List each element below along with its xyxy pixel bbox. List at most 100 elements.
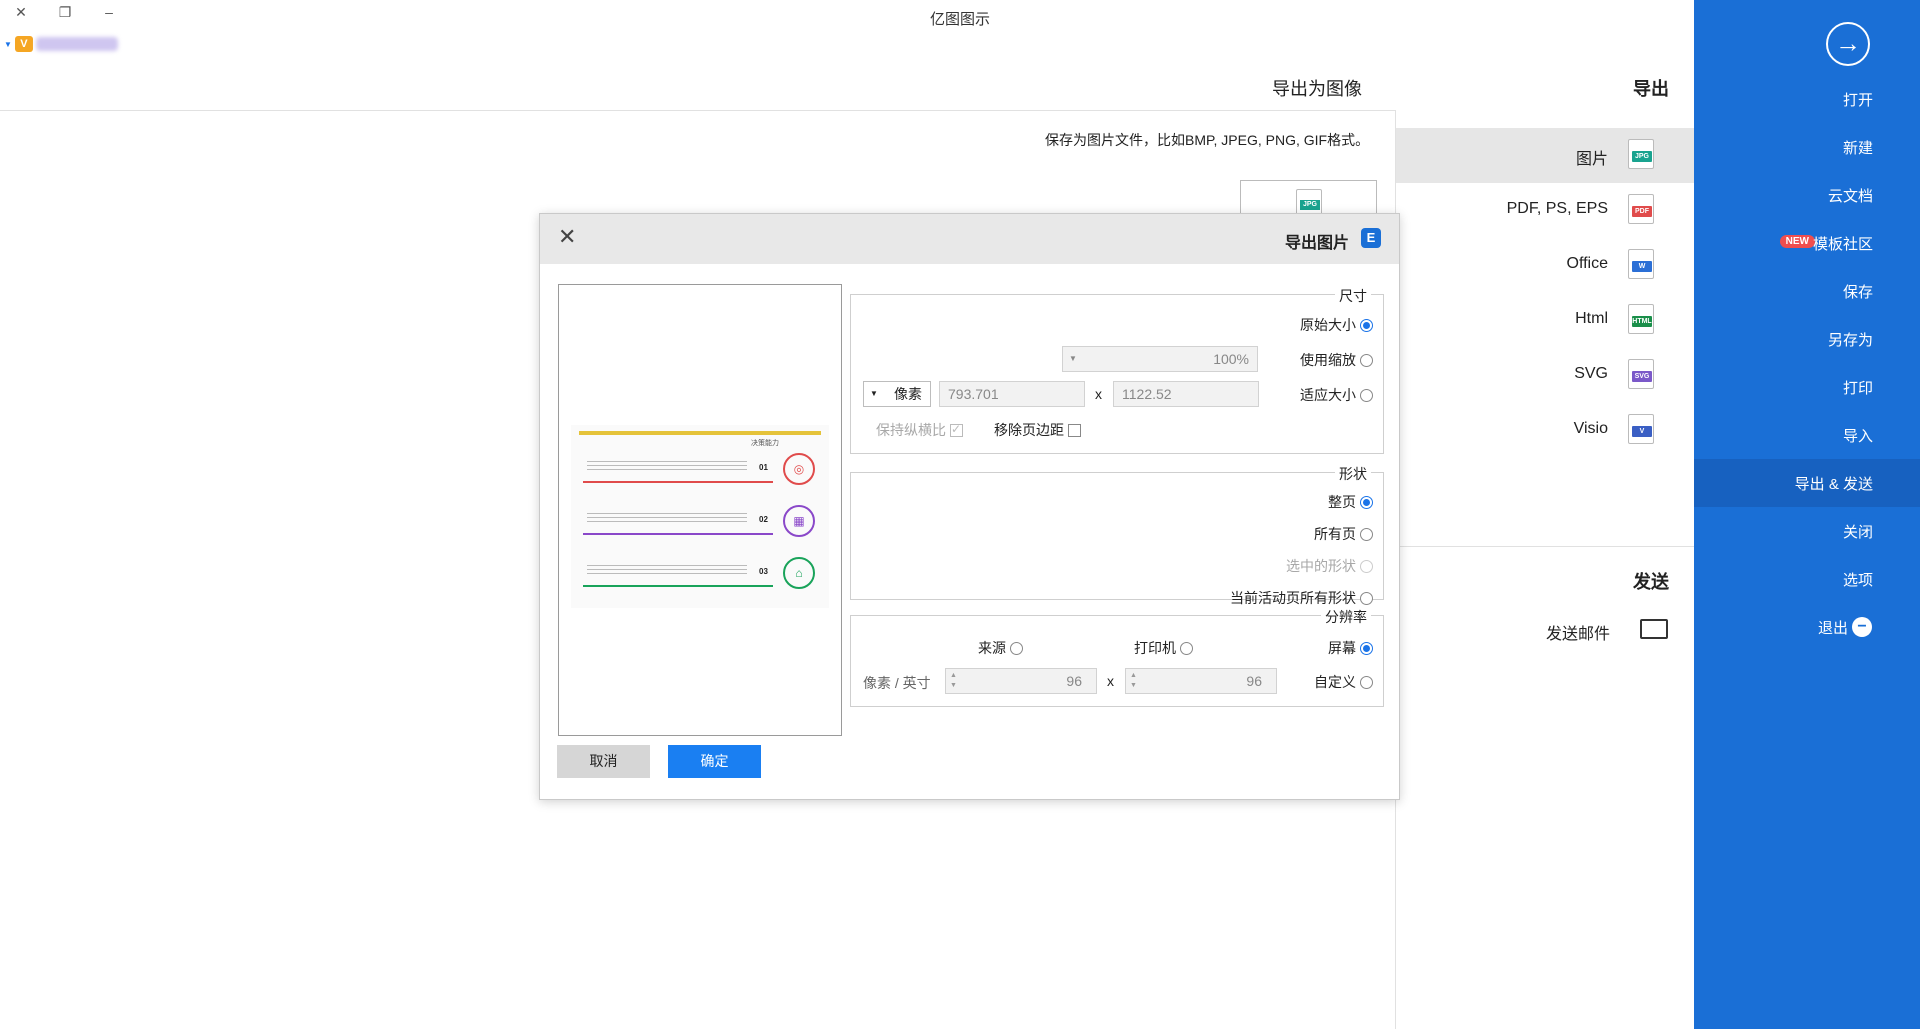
use-zoom-option[interactable]: 使用缩放 (1300, 350, 1373, 370)
preview-row: ▦ 02 (583, 503, 821, 539)
chevron-down-icon: ▼ (870, 389, 878, 398)
new-badge: NEW (1779, 235, 1815, 248)
chevron-down-icon[interactable]: ▼ (4, 40, 12, 49)
keep-ratio-option[interactable]: 保持纵横比 (876, 420, 963, 440)
printer-option[interactable]: 打印机 (1134, 638, 1193, 658)
preview-row-number: 02 (759, 515, 768, 524)
sidebar-item-print[interactable]: 打印 (1694, 363, 1920, 411)
stepper-icon[interactable]: ▲ ▼ (1130, 671, 1137, 691)
zoom-field[interactable]: ▼ 100% (1062, 346, 1258, 372)
sidebar-item-label: 新建 (1842, 140, 1873, 157)
whole-page-radio[interactable] (1360, 495, 1373, 509)
export-item-label: Html (1575, 310, 1608, 327)
image-preview: 决策能力 ◎ 01 ▦ 02 ⌂ 03 (558, 284, 842, 736)
dpi-x-field[interactable]: ▲ ▼ 96 (1125, 668, 1277, 694)
sidebar-item-options[interactable]: 选项 (1694, 555, 1920, 603)
export-item-image[interactable]: JPG 图片 (1396, 128, 1694, 183)
dialog-title: 导出图片 (1284, 235, 1349, 252)
sidebar-item-import[interactable]: 导入 (1694, 411, 1920, 459)
export-item-label: PDF, PS, EPS (1506, 200, 1608, 217)
export-item-svg[interactable]: SVG SVG (1396, 348, 1694, 403)
all-pages-option[interactable]: 所有页 (1314, 524, 1373, 544)
size-legend: 尺寸 (1335, 286, 1371, 306)
store-icon: ⌂ (783, 557, 815, 589)
unit-select[interactable]: ▼ 像素 (863, 381, 931, 407)
app-title: 亿图图示 (929, 11, 990, 28)
screen-radio[interactable] (1360, 641, 1373, 655)
back-arrow-icon[interactable]: → (1826, 22, 1870, 66)
export-image-description: 保存为图片文件，比如BMP, JPEG, PNG, GIF格式。 (1045, 132, 1370, 148)
preview-title: 决策能力 (751, 440, 779, 447)
building-icon: ▦ (783, 505, 815, 537)
preview-row-line (583, 585, 773, 587)
screen-option[interactable]: 屏幕 (1328, 638, 1373, 658)
visio-file-icon: V (1628, 414, 1654, 444)
width-field[interactable]: 1122.52 (1113, 381, 1259, 407)
word-file-icon: W (1628, 249, 1654, 279)
selected-shapes-option[interactable]: 选中的形状 (1286, 556, 1373, 576)
sidebar-item-new[interactable]: 新建 (1694, 123, 1920, 171)
ok-button[interactable]: 确定 (668, 745, 761, 778)
sidebar-item-exit[interactable]: − 退出 (1694, 603, 1920, 651)
export-item-visio[interactable]: V Visio (1396, 403, 1694, 458)
dialog-header: E 导出图片 ✕ (540, 214, 1399, 264)
current-page-shapes-radio[interactable] (1360, 591, 1373, 605)
sidebar-item-close[interactable]: 关闭 (1694, 507, 1920, 555)
target-icon: ◎ (783, 453, 815, 485)
printer-radio[interactable] (1180, 641, 1193, 655)
whole-page-option[interactable]: 整页 (1328, 492, 1373, 512)
source-option[interactable]: 来源 (978, 638, 1023, 658)
selected-shapes-label: 选中的形状 (1286, 558, 1356, 574)
preview-row: ◎ 01 (583, 451, 821, 487)
source-radio[interactable] (1010, 641, 1023, 655)
sidebar-item-cloud-docs[interactable]: 云文档 (1694, 171, 1920, 219)
all-pages-radio[interactable] (1360, 527, 1373, 541)
source-label: 来源 (978, 640, 1006, 656)
close-icon[interactable]: ✕ (558, 224, 576, 250)
selected-shapes-radio[interactable] (1360, 559, 1373, 573)
sidebar-item-save[interactable]: 保存 (1694, 267, 1920, 315)
account-name (35, 37, 118, 51)
sidebar-item-template-community[interactable]: NEW 模板社区 (1694, 219, 1920, 267)
original-size-radio[interactable] (1360, 318, 1373, 332)
fit-size-option[interactable]: 适应大小 (1300, 385, 1373, 405)
dpi-y-field[interactable]: ▲ ▼ 96 (945, 668, 1097, 694)
preview-row: ⌂ 03 (583, 555, 821, 591)
send-email-label: 发送邮件 (1546, 626, 1611, 643)
cancel-button[interactable]: 取消 (557, 745, 650, 778)
remove-margin-checkbox[interactable] (1068, 423, 1081, 437)
custom-radio[interactable] (1360, 675, 1373, 689)
remove-margin-option[interactable]: 移除页边距 (994, 420, 1081, 440)
preview-row-number: 03 (759, 567, 768, 576)
stepper-icon[interactable]: ▲ ▼ (950, 671, 957, 691)
export-item-pdf[interactable]: PDF PDF, PS, EPS (1396, 183, 1694, 238)
export-item-html[interactable]: HTML Html (1396, 293, 1694, 348)
fit-size-radio[interactable] (1360, 388, 1373, 402)
width-value: 1122.52 (1122, 386, 1172, 402)
original-size-option[interactable]: 原始大小 (1300, 315, 1373, 335)
keep-ratio-checkbox[interactable] (950, 422, 963, 437)
account-area[interactable]: ▼ V (4, 36, 118, 52)
sidebar-item-label: 导入 (1842, 428, 1873, 445)
custom-option[interactable]: 自定义 (1314, 672, 1373, 692)
current-page-shapes-label: 当前活动页所有形状 (1230, 590, 1356, 606)
preview-row-text (587, 565, 747, 577)
send-divider (1396, 546, 1694, 547)
export-item-label: Visio (1573, 420, 1608, 437)
sidebar-item-open[interactable]: 打开 (1694, 75, 1920, 123)
current-page-shapes-option[interactable]: 当前活动页所有形状 (1230, 588, 1373, 608)
app-logo-icon: E (1361, 228, 1381, 248)
use-zoom-radio[interactable] (1360, 353, 1373, 367)
dpi-y-value: 96 (1066, 673, 1082, 689)
times-sign: x (1095, 386, 1102, 402)
printer-label: 打印机 (1134, 640, 1176, 656)
sidebar-item-save-as[interactable]: 另存为 (1694, 315, 1920, 363)
sidebar-item-export-send[interactable]: 导出 & 发送 (1694, 459, 1920, 507)
unit-value: 像素 (894, 386, 922, 402)
sidebar-item-label: 关闭 (1842, 524, 1873, 541)
html-file-icon: HTML (1628, 304, 1654, 334)
height-field[interactable]: 793.701 (939, 381, 1085, 407)
preview-row-text (587, 461, 747, 473)
export-item-office[interactable]: W Office (1396, 238, 1694, 293)
jpg-file-icon: JPG (1628, 139, 1654, 169)
